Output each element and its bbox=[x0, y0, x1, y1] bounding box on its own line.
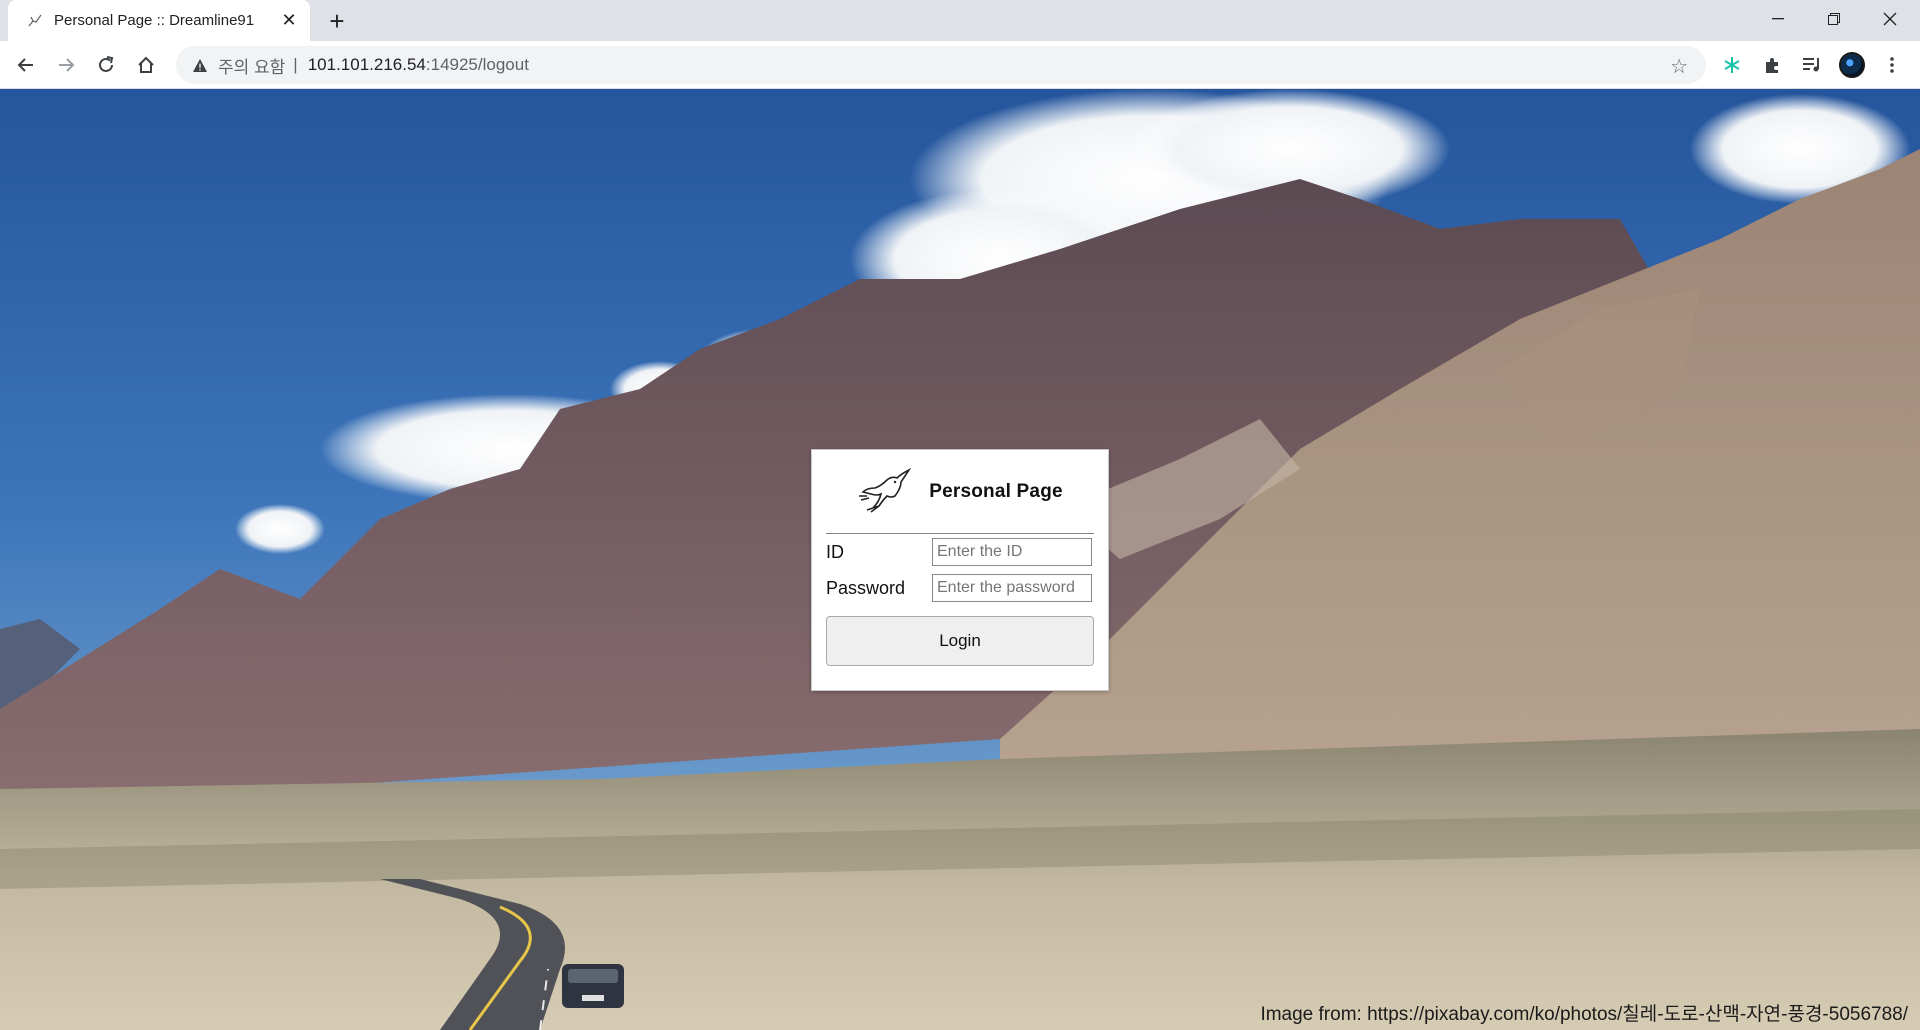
login-card: Personal Page ID Password Login bbox=[811, 449, 1109, 691]
media-control-icon[interactable] bbox=[1796, 49, 1828, 81]
tab-close-icon[interactable]: ✕ bbox=[278, 10, 300, 32]
restore-icon[interactable] bbox=[1806, 0, 1862, 38]
more-menu-icon[interactable] bbox=[1876, 49, 1908, 81]
site-favicon-icon bbox=[26, 12, 44, 30]
roadrunner-logo-icon bbox=[859, 467, 912, 513]
password-row: Password bbox=[826, 570, 1094, 606]
warning-icon bbox=[190, 55, 210, 75]
id-row: ID bbox=[826, 534, 1094, 570]
extension-snowflake-icon[interactable] bbox=[1716, 49, 1748, 81]
close-window-icon[interactable] bbox=[1862, 0, 1918, 38]
id-label: ID bbox=[826, 541, 844, 562]
new-tab-button[interactable]: + bbox=[322, 6, 352, 36]
tab-strip: Personal Page :: Dreamline91 ✕ + bbox=[0, 0, 1920, 41]
minimize-icon[interactable] bbox=[1750, 0, 1806, 38]
id-input[interactable] bbox=[932, 538, 1092, 566]
browser-tab[interactable]: Personal Page :: Dreamline91 ✕ bbox=[8, 0, 310, 41]
page-viewport: Personal Page ID Password Login Image fr… bbox=[0, 89, 1920, 1030]
omnibox-separator: | bbox=[293, 55, 298, 74]
security-warning-text[interactable]: 주의 요함 bbox=[218, 53, 285, 78]
login-button[interactable]: Login bbox=[826, 616, 1094, 666]
back-icon[interactable] bbox=[10, 49, 42, 81]
extensions-puzzle-icon[interactable] bbox=[1756, 49, 1788, 81]
login-title: Personal Page bbox=[929, 480, 1063, 502]
address-bar[interactable]: 주의 요함 | 101.101.216.54:14925/logout ☆ bbox=[176, 46, 1706, 84]
url-path: :14925/logout bbox=[425, 55, 529, 74]
reload-icon[interactable] bbox=[90, 49, 122, 81]
forward-icon[interactable] bbox=[50, 49, 82, 81]
password-input[interactable] bbox=[932, 574, 1092, 602]
url-host: 101.101.216.54 bbox=[307, 55, 426, 74]
login-header: Personal Page bbox=[826, 450, 1094, 534]
home-icon[interactable] bbox=[130, 49, 162, 81]
bookmark-star-icon[interactable]: ☆ bbox=[1670, 54, 1688, 79]
profile-avatar[interactable] bbox=[1836, 49, 1868, 81]
image-credit: Image from: https://pixabay.com/ko/photo… bbox=[1260, 1004, 1908, 1025]
browser-toolbar: 주의 요함 | 101.101.216.54:14925/logout ☆ bbox=[0, 41, 1920, 89]
tab-title: Personal Page :: Dreamline91 bbox=[54, 12, 255, 29]
password-label: Password bbox=[826, 577, 906, 598]
